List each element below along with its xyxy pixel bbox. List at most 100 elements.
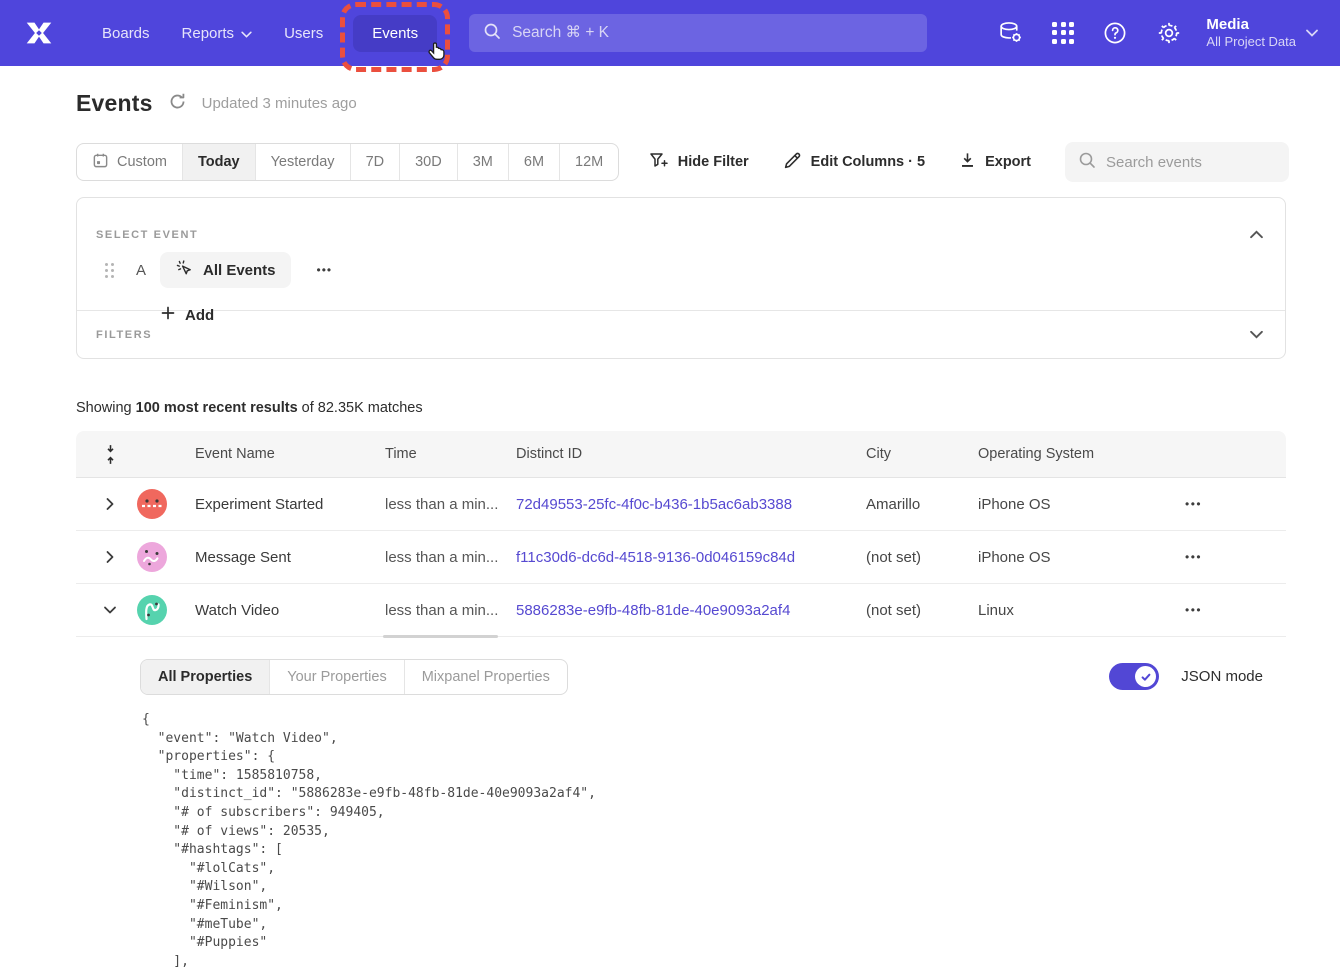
city-cell: (not set) <box>866 549 978 566</box>
add-event-button[interactable]: Add <box>161 306 1285 324</box>
toggle-check-icon <box>1135 666 1156 687</box>
date-range-control: Custom Today Yesterday 7D 30D 3M 6M 12M <box>76 143 619 181</box>
date-range-6m[interactable]: 6M <box>508 144 559 180</box>
calendar-icon <box>92 152 109 173</box>
column-header-os[interactable]: Operating System <box>978 446 1185 462</box>
distinct-id-cell: f11c30d6-dc6d-4518-9136-0d046159c84d <box>516 549 866 566</box>
refresh-icon[interactable] <box>168 92 187 116</box>
select-event-section: SELECT EVENT A All Events ••• Add <box>77 198 1285 310</box>
os-cell: iPhone OS <box>978 549 1185 566</box>
json-mode-label: JSON mode <box>1181 668 1263 685</box>
hand-cursor-icon <box>425 41 449 70</box>
event-json-viewer[interactable]: { "event": "Watch Video", "properties": … <box>142 711 1286 971</box>
distinct-id-link[interactable]: f11c30d6-dc6d-4518-9136-0d046159c84d <box>516 549 795 566</box>
project-name: Media <box>1206 15 1296 35</box>
event-row-letter: A <box>136 262 160 279</box>
event-name-cell: Experiment Started <box>195 496 385 513</box>
plus-icon <box>161 306 175 324</box>
date-range-today[interactable]: Today <box>182 144 255 180</box>
query-builder-card: SELECT EVENT A All Events ••• Add FILTER… <box>76 197 1286 359</box>
event-sparkle-cursor-icon <box>175 259 194 282</box>
export-button[interactable]: Export <box>959 151 1031 173</box>
hide-filter-button[interactable]: Hide Filter <box>649 151 749 174</box>
os-cell: Linux <box>978 602 1185 619</box>
city-cell: (not set) <box>866 602 978 619</box>
tab-mixpanel-properties[interactable]: Mixpanel Properties <box>404 660 567 694</box>
search-events-field[interactable] <box>1065 142 1289 182</box>
table-row: Experiment Started less than a min... 72… <box>76 478 1286 531</box>
json-mode-toggle[interactable] <box>1109 663 1159 690</box>
event-name-cell: Watch Video <box>195 602 385 619</box>
events-table: Event Name Time Distinct ID City Operati… <box>76 431 1286 971</box>
settings-gear-icon[interactable] <box>1156 20 1182 46</box>
expand-row-chevron-right-icon[interactable] <box>96 497 124 511</box>
row-actions-button[interactable]: ••• <box>1185 497 1202 511</box>
time-cell: less than a min... <box>385 549 516 566</box>
apps-grid-icon[interactable] <box>1052 22 1074 44</box>
distinct-id-link[interactable]: 72d49553-25fc-4f0c-b436-1b5ac6ab3388 <box>516 496 792 513</box>
last-updated-text: Updated 3 minutes ago <box>202 95 357 112</box>
row-actions-button[interactable]: ••• <box>1185 550 1202 564</box>
time-cell: less than a min... <box>385 496 516 513</box>
table-row: Message Sent less than a min... f11c30d6… <box>76 531 1286 584</box>
search-icon <box>1078 151 1096 174</box>
event-avatar <box>137 542 167 572</box>
nav-item-boards[interactable]: Boards <box>86 15 166 52</box>
date-range-3m[interactable]: 3M <box>457 144 508 180</box>
column-header-city[interactable]: City <box>866 446 978 462</box>
column-header-distinct-id[interactable]: Distinct ID <box>516 446 866 462</box>
pencil-icon <box>783 151 802 174</box>
distinct-id-cell: 5886283e-e9fb-48fb-81de-40e9093a2af4 <box>516 602 866 619</box>
event-detail-panel: All Properties Your Properties Mixpanel … <box>76 637 1286 695</box>
global-search-input[interactable] <box>512 24 913 42</box>
horizontal-scrollbar-thumb[interactable] <box>383 635 498 638</box>
mixpanel-logo-icon[interactable] <box>20 18 58 48</box>
event-more-button[interactable]: ••• <box>317 263 333 277</box>
event-selector-button[interactable]: All Events <box>160 252 291 288</box>
column-header-event-name[interactable]: Event Name <box>195 446 385 462</box>
date-range-12m[interactable]: 12M <box>559 144 618 180</box>
collapse-chevron-up-icon[interactable] <box>1250 226 1263 244</box>
event-avatar <box>137 489 167 519</box>
help-icon[interactable] <box>1102 20 1128 46</box>
project-switcher[interactable]: Media All Project Data <box>1206 15 1318 51</box>
os-cell: iPhone OS <box>978 496 1185 513</box>
table-header: Event Name Time Distinct ID City Operati… <box>76 431 1286 478</box>
tab-your-properties[interactable]: Your Properties <box>269 660 403 694</box>
column-header-time[interactable]: Time <box>385 446 516 462</box>
date-range-custom[interactable]: Custom <box>77 144 182 180</box>
search-events-input[interactable] <box>1106 154 1305 171</box>
sort-order-icon[interactable] <box>103 443 118 471</box>
chevron-down-icon <box>1306 24 1318 42</box>
top-nav: Boards Reports Users Events <box>0 0 1340 66</box>
data-management-icon[interactable] <box>997 19 1024 46</box>
expand-row-chevron-right-icon[interactable] <box>96 550 124 564</box>
search-icon <box>483 22 501 45</box>
nav-items: Boards Reports Users Events <box>86 15 437 52</box>
tab-all-properties[interactable]: All Properties <box>141 660 269 694</box>
nav-item-reports[interactable]: Reports <box>166 15 269 52</box>
collapse-row-chevron-down-icon[interactable] <box>96 605 124 615</box>
date-range-yesterday[interactable]: Yesterday <box>255 144 350 180</box>
table-row-expanded: Watch Video less than a min... 5886283e-… <box>76 584 1286 637</box>
distinct-id-link[interactable]: 5886283e-e9fb-48fb-81de-40e9093a2af4 <box>516 602 790 619</box>
filters-label: FILTERS <box>96 329 152 341</box>
results-summary: Showing 100 most recent results of 82.35… <box>76 400 423 416</box>
date-range-7d[interactable]: 7D <box>350 144 400 180</box>
select-event-label: SELECT EVENT <box>96 229 198 241</box>
event-name-cell: Message Sent <box>195 549 385 566</box>
project-subtitle: All Project Data <box>1206 34 1296 51</box>
date-range-30d[interactable]: 30D <box>399 144 457 180</box>
download-icon <box>959 151 976 173</box>
edit-columns-button[interactable]: Edit Columns · 5 <box>783 151 925 174</box>
nav-item-users[interactable]: Users <box>268 15 339 52</box>
row-actions-button[interactable]: ••• <box>1185 603 1202 617</box>
drag-handle[interactable] <box>105 263 114 278</box>
city-cell: Amarillo <box>866 496 978 513</box>
expand-chevron-down-icon[interactable] <box>1250 326 1263 344</box>
filter-funnel-icon <box>649 151 669 174</box>
global-search[interactable] <box>469 14 927 52</box>
properties-tabs: All Properties Your Properties Mixpanel … <box>140 659 568 695</box>
time-cell: less than a min... <box>385 602 516 619</box>
event-avatar <box>137 595 167 625</box>
